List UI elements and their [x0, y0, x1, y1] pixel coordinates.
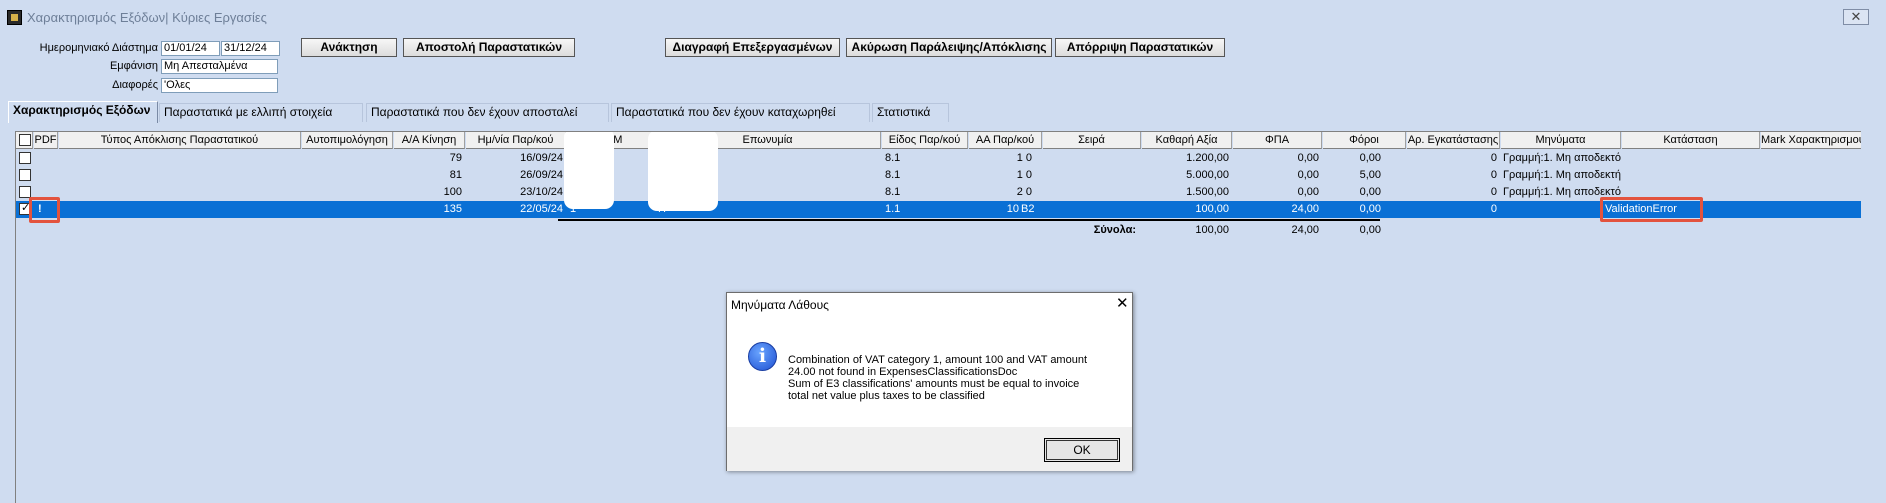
differences-label: Διαφορές — [112, 79, 158, 91]
col-installation[interactable]: Αρ. Εγκατάστασης — [1407, 132, 1500, 149]
col-status[interactable]: Κατάσταση — [1622, 132, 1760, 149]
col-vat[interactable]: ΦΠΑ — [1233, 132, 1322, 149]
app-icon — [7, 10, 22, 25]
col-taxes[interactable]: Φόροι — [1323, 132, 1406, 149]
dialog-message-line: total net value plus taxes to be classif… — [788, 390, 985, 402]
error-dialog: Μηνύματα Λάθους ✕ i Combination of VAT c… — [726, 292, 1133, 471]
cell-installation: 0 — [1490, 152, 1497, 164]
date-to-field[interactable]: 31/12/24 — [221, 41, 280, 56]
window-close-button[interactable]: ✕ — [1843, 9, 1869, 25]
cell-vat: 24,00 — [1291, 203, 1319, 215]
cell-net-value: 100,00 — [1195, 203, 1229, 215]
cell-doc-date: 16/09/24 — [520, 152, 563, 164]
cell-doc-date: 23/10/24 — [520, 186, 563, 198]
send-docs-button[interactable]: Αποστολή Παραστατικών — [403, 38, 575, 57]
cell-doc-date: 22/05/24 — [520, 203, 563, 215]
cell-messages: Γραμμή:1. Μη αποδεκτή Κατ — [1503, 169, 1621, 181]
col-series[interactable]: Σειρά — [1043, 132, 1141, 149]
dialog-message-line: Combination of VAT category 1, amount 10… — [788, 354, 1088, 366]
redaction-mask — [648, 132, 718, 211]
cell-installation: 0 — [1490, 186, 1497, 198]
totals-separator — [558, 219, 1380, 221]
window-title-bar: Χαρακτηρισμός Εξόδων| Κύριες Εργασίες ✕ — [0, 0, 1886, 34]
cell-doc-type: 8.1 — [885, 186, 901, 198]
col-messages[interactable]: Μηνύματα — [1501, 132, 1621, 149]
pdf-alert-highlight — [29, 197, 60, 223]
col-pdf[interactable]: PDF — [34, 132, 58, 149]
info-icon: i — [748, 342, 777, 371]
cell-taxes: 0,00 — [1359, 152, 1381, 164]
display-select[interactable]: Μη Απεσταλμένα — [161, 59, 278, 74]
date-from-field[interactable]: 01/01/24 — [161, 41, 220, 56]
dialog-title: Μηνύματα Λάθους — [731, 298, 829, 312]
col-doc-date[interactable]: Ημ/νία Παρ/κού — [466, 132, 566, 149]
reject-docs-button[interactable]: Απόρριψη Παραστατικών — [1055, 38, 1225, 57]
retrieve-button[interactable]: Ανάκτηση — [301, 38, 397, 57]
cell-doc-type: 1.1 — [885, 203, 901, 215]
dialog-close-icon[interactable]: ✕ — [1116, 296, 1129, 311]
date-range-label: Ημερομηνιακό Διάστημα — [39, 42, 158, 54]
table-row[interactable]: 79 16/09/24 1 Κ 8.1 1 0 1.200,00 0,00 0,… — [16, 150, 1861, 167]
row-checkbox[interactable] — [19, 152, 31, 164]
cell-net-value: 5.000,00 — [1186, 169, 1229, 181]
select-all-checkbox[interactable] — [19, 134, 31, 146]
cell-doc-date: 26/09/24 — [520, 169, 563, 181]
cell-vat: 0,00 — [1297, 152, 1319, 164]
display-label: Εμφάνιση — [109, 60, 158, 72]
dialog-message-line: 24.00 not found in ExpensesClassificatio… — [788, 366, 1018, 378]
tab-unregistered-docs[interactable]: Παραστατικά που δεν έχουν καταχωρηθεί — [611, 103, 870, 122]
col-doc-type[interactable]: Είδος Παρ/κού — [882, 132, 968, 149]
tab-expense-classification[interactable]: Χαρακτηρισμός Εξόδων — [8, 101, 158, 123]
cell-doc-type: 8.1 — [885, 169, 901, 181]
table-row[interactable]: 81 26/09/24 1 Θ 8.1 1 0 5.000,00 0,00 5,… — [16, 167, 1861, 184]
col-self-invoicing[interactable]: Αυτοπιμολόγηση — [302, 132, 393, 149]
cell-movement-no: 100 — [443, 186, 462, 198]
table-row-selected[interactable]: ! 135 22/05/24 1 Π 1.1 10 B2 100,00 24,0… — [16, 201, 1861, 218]
cell-movement-no: 81 — [449, 169, 462, 181]
totals-net-value: 100,00 — [1195, 224, 1229, 236]
cancel-omission-button[interactable]: Ακύρωση Παράλειψης/Απόκλισης — [846, 38, 1052, 57]
cell-installation: 0 — [1490, 203, 1497, 215]
cell-movement-no: 79 — [449, 152, 462, 164]
table-row[interactable]: 100 23/10/24 1 Κ 8.1 2 0 1.500,00 0,00 0… — [16, 184, 1861, 201]
cell-net-value: 1.500,00 — [1186, 186, 1229, 198]
cell-installation: 0 — [1490, 169, 1497, 181]
redaction-mask — [564, 132, 614, 209]
cell-vat: 0,00 — [1297, 186, 1319, 198]
col-mark[interactable]: Mark Χαρακτηρισμού — [1761, 132, 1861, 149]
row-checkbox[interactable] — [19, 169, 31, 181]
cell-taxes: 0,00 — [1359, 186, 1381, 198]
cell-net-value: 1.200,00 — [1186, 152, 1229, 164]
window-title: Χαρακτηρισμός Εξόδων| Κύριες Εργασίες — [27, 10, 267, 25]
tab-statistics[interactable]: Στατιστικά — [872, 103, 949, 122]
cell-taxes: 5,00 — [1359, 169, 1381, 181]
totals-vat: 24,00 — [1291, 224, 1319, 236]
header-select-all[interactable] — [16, 132, 33, 149]
delete-processed-button[interactable]: Διαγραφή Επεξεργασμένων — [665, 38, 840, 57]
cell-doc-no: 1 0 — [1016, 169, 1032, 181]
cell-taxes: 0,00 — [1359, 203, 1381, 215]
cell-doc-no: 1 0 — [1016, 152, 1032, 164]
totals-taxes: 0,00 — [1359, 224, 1381, 236]
cell-series: B2 — [1021, 203, 1035, 215]
totals-label: Σύνολα: — [1093, 224, 1136, 236]
dialog-message-line: Sum of E3 classifications' amounts must … — [788, 378, 1080, 390]
tab-incomplete-docs[interactable]: Παραστατικά με ελλιπή στοιχεία — [159, 103, 363, 122]
cell-doc-type: 8.1 — [885, 152, 901, 164]
col-movement-no[interactable]: Α/Α Κίνηση — [394, 132, 465, 149]
cell-movement-no: 135 — [443, 203, 462, 215]
cell-doc-no: 10 — [1006, 203, 1019, 215]
col-deviation-type[interactable]: Τύπος Απόκλισης Παραστατικού — [59, 132, 301, 149]
dialog-message: Combination of VAT category 1, amount 10… — [788, 354, 1118, 402]
ok-button[interactable]: OK — [1044, 438, 1120, 462]
differences-select[interactable]: 'Ολες — [161, 78, 278, 93]
cell-vat: 0,00 — [1297, 169, 1319, 181]
cell-messages: Γραμμή:1. Μη αποδεκτός Τύ — [1503, 152, 1621, 164]
col-doc-no[interactable]: ΑΑ Παρ/κού — [969, 132, 1042, 149]
col-net-value[interactable]: Καθαρή Αξία — [1142, 132, 1232, 149]
status-highlight — [1600, 197, 1703, 222]
tab-unsent-docs[interactable]: Παραστατικά που δεν έχουν αποσταλεί — [366, 103, 609, 122]
cell-doc-no: 2 0 — [1016, 186, 1032, 198]
